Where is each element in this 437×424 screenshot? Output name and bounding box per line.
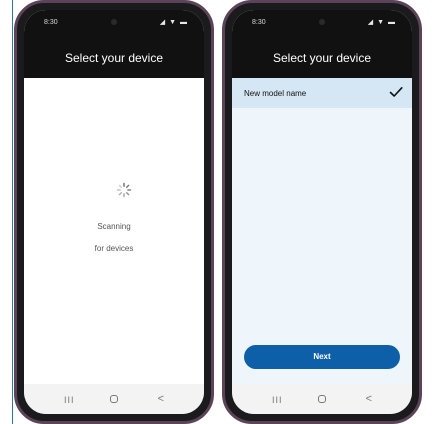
recents-icon[interactable]: III [64, 395, 75, 405]
checkmark-icon [389, 87, 403, 97]
camera-icon [111, 19, 117, 25]
scanning-line-2: for devices [94, 244, 134, 253]
phone-right: 8:30 ◢ ▼ ▬ Select your device New model … [222, 0, 422, 424]
home-icon[interactable] [110, 395, 118, 403]
device-list-item[interactable]: New model name [232, 78, 412, 108]
page-title: Select your device [24, 38, 204, 78]
camera-icon [319, 19, 325, 25]
status-bar: 8:30 ◢ ▼ ▬ [24, 10, 204, 38]
back-icon[interactable]: < [366, 393, 372, 405]
status-icons: ◢ ▼ ▬ [159, 19, 188, 26]
screen-scanning: 8:30 ◢ ▼ ▬ Select your device Scanning f… [24, 10, 204, 414]
device-list: New model name Next [232, 78, 412, 384]
page-title: Select your device [232, 38, 412, 78]
status-icons: ◢ ▼ ▬ [367, 19, 396, 26]
phone-left: 8:30 ◢ ▼ ▬ Select your device Scanning f… [14, 0, 214, 424]
scanning-area: Scanning for devices [24, 78, 204, 384]
status-time: 8:30 [44, 19, 58, 26]
device-name: New model name [244, 89, 307, 98]
status-bar: 8:30 ◢ ▼ ▬ [232, 10, 412, 38]
back-icon[interactable]: < [158, 393, 164, 405]
nav-bar: III < [24, 384, 204, 414]
left-border-line [12, 0, 13, 424]
status-time: 8:30 [252, 19, 266, 26]
nav-bar: III < [232, 384, 412, 414]
spinner-icon [116, 182, 132, 198]
screen-device-list: 8:30 ◢ ▼ ▬ Select your device New model … [232, 10, 412, 414]
next-button[interactable]: Next [244, 345, 400, 369]
recents-icon[interactable]: III [272, 395, 283, 405]
home-icon[interactable] [318, 395, 326, 403]
scanning-line-1: Scanning [97, 222, 131, 231]
scanning-message: Scanning for devices [24, 216, 204, 260]
